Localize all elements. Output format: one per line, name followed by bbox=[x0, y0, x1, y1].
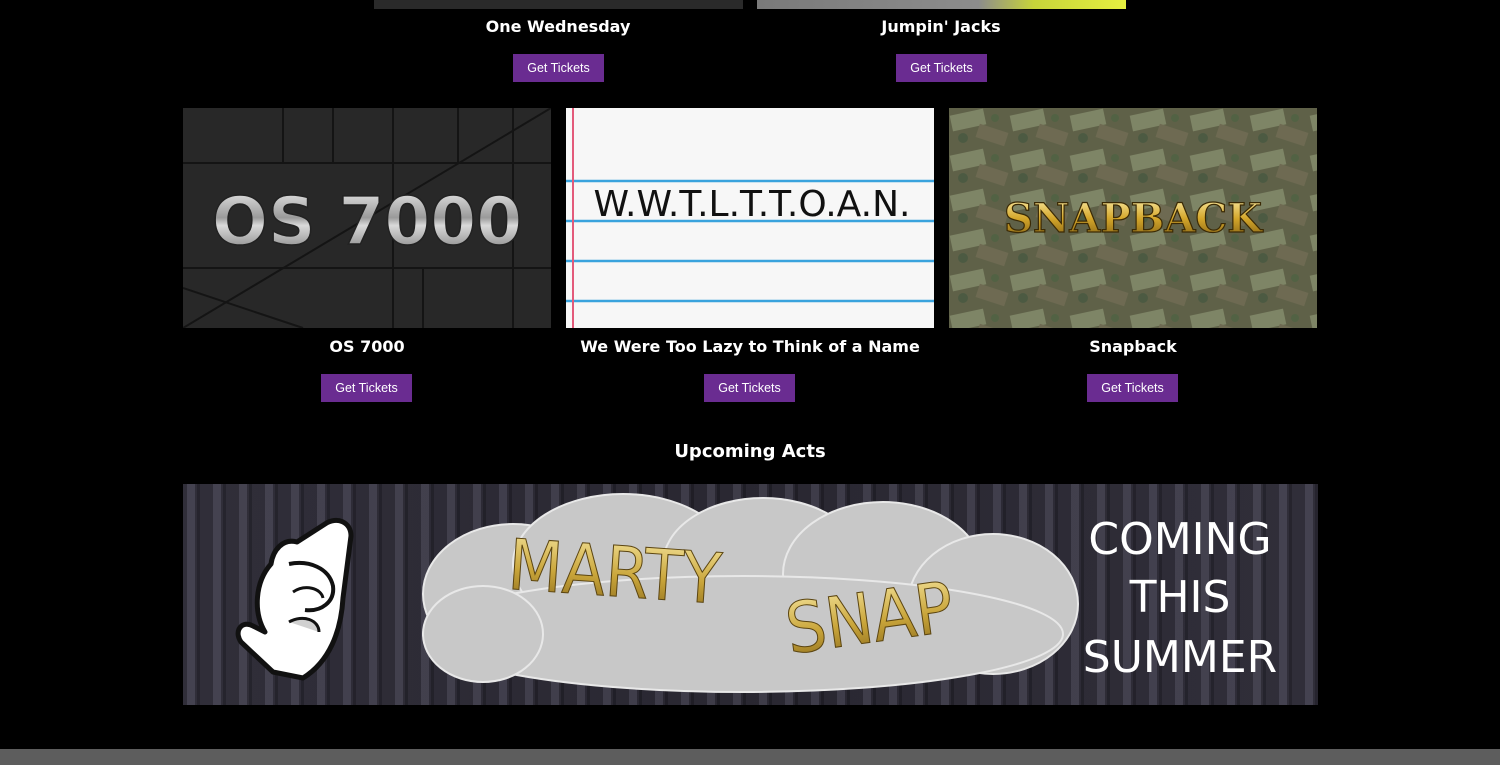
footer-bar bbox=[0, 749, 1500, 765]
os-7000-logo-text: OS 7000 bbox=[212, 183, 522, 260]
show-title-one-wednesday: One Wednesday bbox=[485, 17, 631, 36]
notebook-paper-art: W.W.T.L.T.T.O.A.N. bbox=[566, 108, 934, 328]
get-tickets-button-one-wednesday[interactable]: Get Tickets bbox=[513, 54, 604, 82]
coming-text: COMING bbox=[1088, 514, 1271, 565]
show-image-wwtlttoan[interactable]: W.W.T.L.T.T.O.A.N. bbox=[566, 108, 934, 328]
marty-text: MARTY bbox=[506, 524, 725, 621]
snapback-logo-text: SNAPBACK bbox=[1004, 195, 1263, 242]
show-image-os-7000[interactable]: OS 7000 bbox=[183, 108, 551, 328]
marty-snap-banner-art: MARTY SNAP COMING THIS SUMMER bbox=[183, 484, 1318, 705]
this-text: THIS bbox=[1129, 572, 1231, 623]
os-7000-art: OS 7000 bbox=[183, 108, 551, 328]
show-image-one-wednesday[interactable] bbox=[374, 0, 743, 9]
show-title-os-7000: OS 7000 bbox=[329, 337, 405, 356]
show-image-snapback[interactable]: SNAPBACK bbox=[949, 108, 1317, 328]
show-title-wwtlttoan: We Were Too Lazy to Think of a Name bbox=[580, 337, 920, 356]
get-tickets-button-os-7000[interactable]: Get Tickets bbox=[321, 374, 412, 402]
get-tickets-button-wwtlttoan[interactable]: Get Tickets bbox=[704, 374, 795, 402]
get-tickets-button-jumpin-jacks[interactable]: Get Tickets bbox=[896, 54, 987, 82]
wwtlttoan-art-text: W.W.T.L.T.T.O.A.N. bbox=[594, 184, 911, 225]
summer-text: SUMMER bbox=[1083, 632, 1277, 683]
show-image-jumpin-jacks[interactable] bbox=[757, 0, 1126, 9]
upcoming-acts-heading: Upcoming Acts bbox=[674, 441, 826, 462]
show-title-snapback: Snapback bbox=[1089, 337, 1177, 356]
get-tickets-button-snapback[interactable]: Get Tickets bbox=[1087, 374, 1178, 402]
show-title-jumpin-jacks: Jumpin' Jacks bbox=[881, 17, 1001, 36]
snapback-art: SNAPBACK bbox=[949, 108, 1317, 328]
upcoming-act-banner[interactable]: MARTY SNAP COMING THIS SUMMER bbox=[183, 484, 1318, 705]
